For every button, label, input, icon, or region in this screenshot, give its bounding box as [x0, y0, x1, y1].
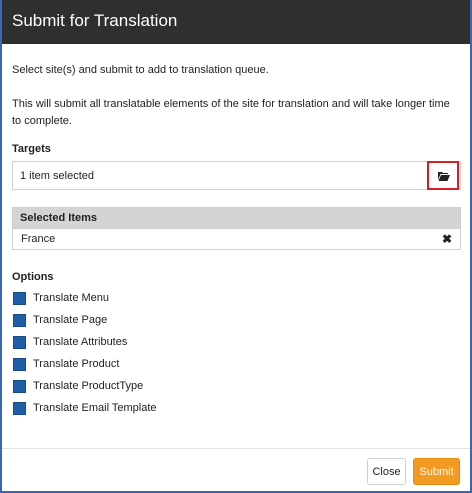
selected-item-label: France: [21, 233, 56, 245]
footer-divider: [2, 448, 470, 449]
targets-value: 1 item selected: [20, 170, 94, 182]
selected-items-header: Selected Items: [12, 207, 461, 229]
checkbox[interactable]: [13, 314, 26, 327]
checkbox[interactable]: [13, 402, 26, 415]
option-label: Translate Attributes: [33, 336, 128, 348]
submit-translation-dialog: Submit for Translation Select site(s) an…: [0, 0, 472, 493]
selected-items-title: Selected Items: [20, 212, 98, 224]
dialog-header: Submit for Translation: [2, 0, 470, 44]
option-label: Translate Email Template: [33, 402, 157, 414]
checkbox[interactable]: [13, 358, 26, 371]
checkbox[interactable]: [13, 336, 26, 349]
intro-note: This will submit all translatable elemen…: [12, 98, 450, 127]
option-label: Translate Product: [33, 358, 120, 370]
targets-field[interactable]: 1 item selected: [12, 161, 461, 190]
browse-targets-button[interactable]: [427, 161, 459, 190]
targets-label: Targets: [12, 143, 51, 155]
dialog-title: Submit for Translation: [12, 11, 178, 30]
table-row: France ✖: [12, 229, 461, 250]
option-label: Translate ProductType: [33, 380, 144, 392]
folder-open-icon: [438, 172, 450, 181]
submit-button[interactable]: Submit: [413, 458, 460, 485]
checkbox[interactable]: [13, 380, 26, 393]
options-label: Options: [12, 271, 54, 283]
checkbox[interactable]: [13, 292, 26, 305]
option-label: Translate Page: [33, 314, 108, 326]
intro-text: Select site(s) and submit to add to tran…: [12, 64, 269, 76]
remove-item-icon[interactable]: ✖: [442, 232, 452, 246]
close-button[interactable]: Close: [367, 458, 406, 485]
option-label: Translate Menu: [33, 292, 110, 304]
selected-items-table: Selected Items France ✖: [12, 207, 461, 250]
